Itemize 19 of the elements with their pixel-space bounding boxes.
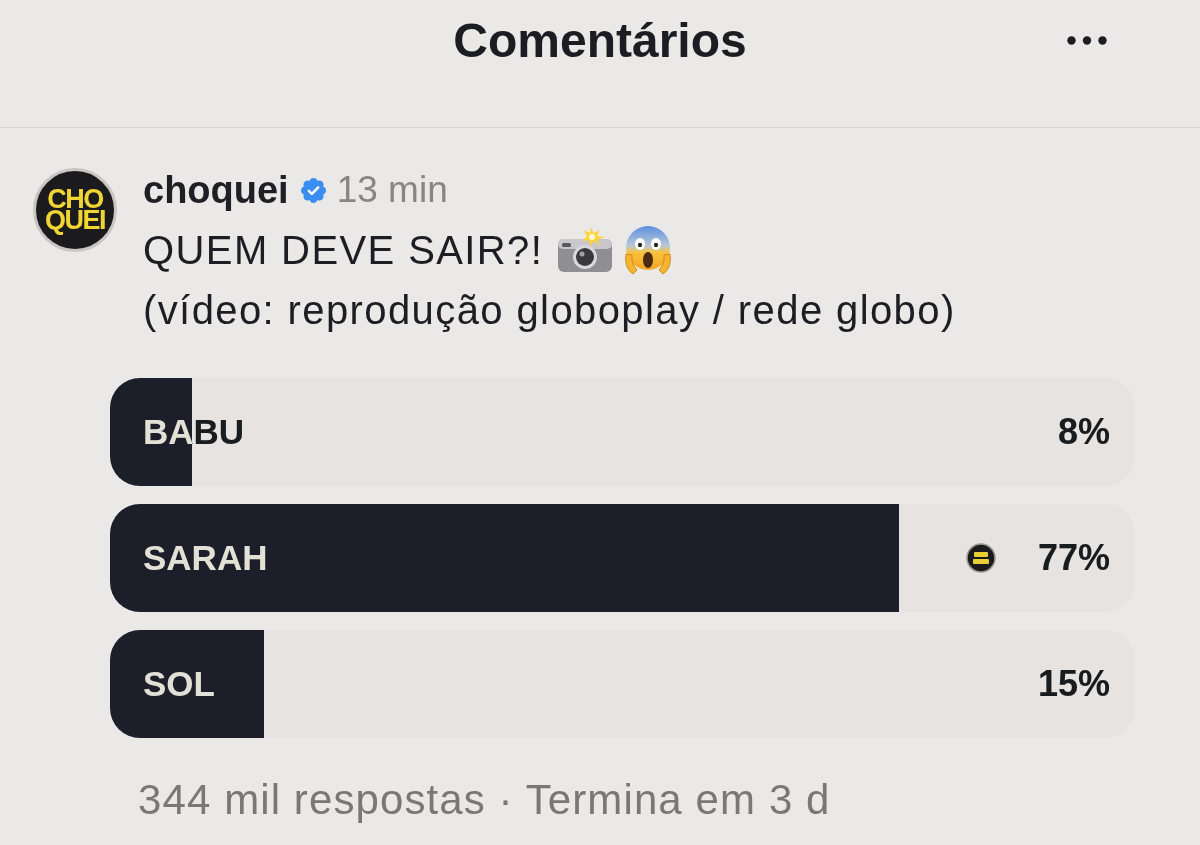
logo-text: CHO bbox=[47, 189, 103, 210]
option-percent: 77% bbox=[1037, 537, 1110, 579]
option-label: SARAH bbox=[143, 538, 268, 578]
more-icon bbox=[1067, 36, 1107, 45]
poll-option[interactable]: SOL 15% bbox=[110, 630, 1135, 738]
username[interactable]: choquei bbox=[143, 168, 289, 212]
more-button[interactable] bbox=[1067, 36, 1107, 45]
camera-flash-icon bbox=[557, 227, 614, 273]
post-text: (vídeo: reprodução globoplay / rede globo) bbox=[143, 287, 956, 333]
screaming-face-icon bbox=[623, 224, 674, 276]
poll-option[interactable]: SARAH 77% bbox=[110, 504, 1135, 612]
profile-avatar[interactable]: CHO QUEI bbox=[33, 168, 117, 252]
post-text: QUEM DEVE SAIR?! bbox=[143, 227, 544, 273]
page-title: Comentários bbox=[453, 13, 747, 69]
option-percent: 15% bbox=[1037, 663, 1110, 705]
option-percent: 8% bbox=[1057, 411, 1110, 453]
poll-summary: 344 mil respostas · Termina em 3 d bbox=[138, 775, 831, 825]
option-label: SOL bbox=[143, 664, 215, 704]
post-time: 13 min bbox=[336, 169, 448, 211]
